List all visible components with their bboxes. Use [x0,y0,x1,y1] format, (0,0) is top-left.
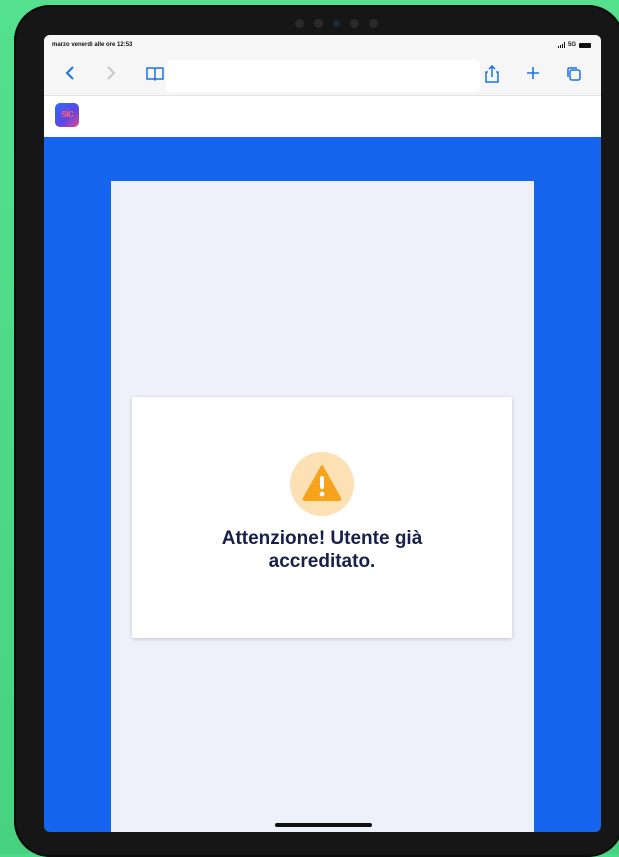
share-icon[interactable] [484,64,500,87]
alert-message-line-1: Attenzione! Utente già [221,528,423,549]
camera-icon [332,19,340,27]
site-header: sic [44,96,601,137]
site-logo[interactable]: sic [55,103,79,127]
network-label: 5G [567,42,576,48]
sensor-dot [294,18,304,28]
browser-chrome: marzo venerdì alle ore 12:53 5G sic [44,35,601,137]
sensor-dot [349,18,359,28]
plus-icon[interactable] [525,65,541,85]
chevron-left-icon[interactable] [64,65,76,85]
address-bar[interactable] [166,60,480,92]
tabs-icon[interactable] [565,65,583,87]
status-indicators: 5G [557,42,591,48]
browser-toolbar [44,57,601,96]
home-indicator[interactable] [275,823,372,827]
alert-message: Attenzione! Utente già accreditato. [132,527,512,573]
sensor-dot [313,18,323,28]
content-panel: Attenzione! Utente già accreditato. [111,181,534,832]
device-screen: marzo venerdì alle ore 12:53 5G sic Atte… [44,35,601,832]
alert-card: Attenzione! Utente già accreditato. [132,397,512,638]
battery-icon [579,42,591,48]
warning-badge [290,452,354,516]
chevron-right-icon[interactable] [105,65,117,85]
status-time: marzo venerdì alle ore 12:53 [52,42,133,48]
sensor-dot [368,18,378,28]
warning-icon [302,465,342,501]
camera-sensor-bar [276,13,396,33]
signal-icon [557,42,565,48]
alert-message-line-2: accreditato. [268,551,376,572]
book-icon[interactable] [145,65,165,85]
status-bar: marzo venerdì alle ore 12:53 5G [44,35,601,57]
